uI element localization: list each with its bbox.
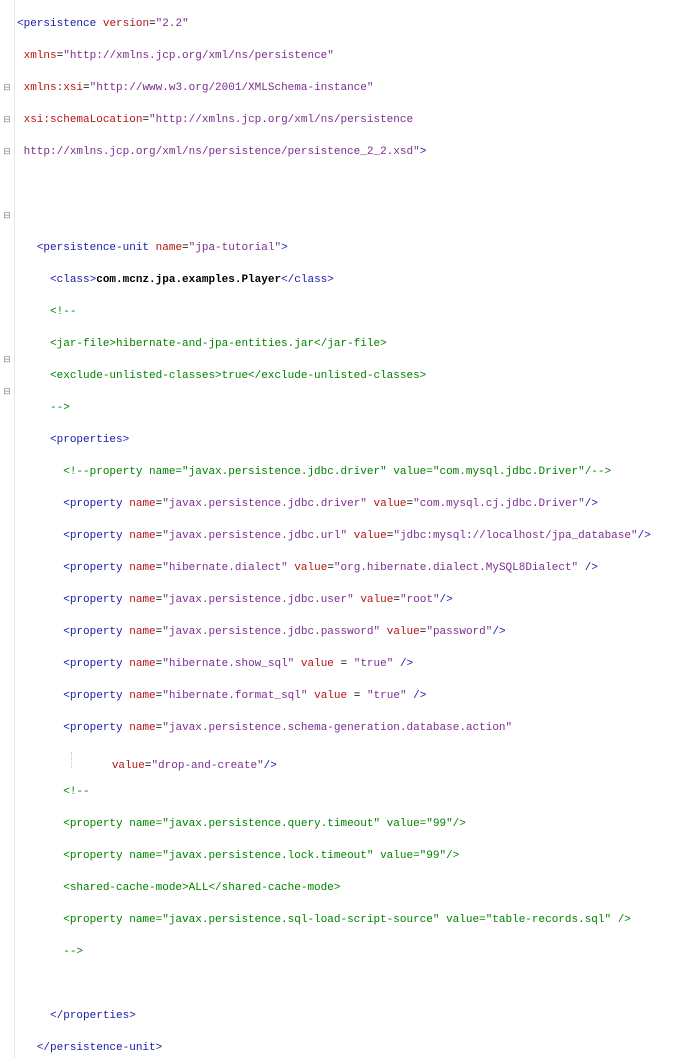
code-line: <property name="javax.persistence.jdbc.d… [17,496,700,512]
fold-toggle[interactable]: ⊟ [0,384,14,400]
code-line: <property name="javax.persistence.sql-lo… [17,912,700,928]
fold-gutter: ⊟ ⊟ ⊟ ⊟ ⊟ ⊟ [0,0,15,1058]
code-line: <property name="hibernate.format_sql" va… [17,688,700,704]
code-line: xmlns="http://xmlns.jcp.org/xml/ns/persi… [17,48,700,64]
code-content: <persistence version="2.2" xmlns="http:/… [15,0,700,1058]
fold-toggle[interactable]: ⊟ [0,80,14,96]
code-line: --> [17,944,700,960]
code-line: xmlns:xsi="http://www.w3.org/2001/XMLSch… [17,80,700,96]
code-line: <property name="javax.persistence.jdbc.u… [17,528,700,544]
code-line: <exclude-unlisted-classes>true</exclude-… [17,368,700,384]
code-line: <property name="hibernate.dialect" value… [17,560,700,576]
code-line: http://xmlns.jcp.org/xml/ns/persistence/… [17,144,700,160]
code-editor: ⊟ ⊟ ⊟ ⊟ ⊟ ⊟ <persistence version="2.2" x… [0,0,700,1058]
code-line: <properties> [17,432,700,448]
fold-toggle[interactable]: ⊟ [0,208,14,224]
code-line: xsi:schemaLocation="http://xmlns.jcp.org… [17,112,700,128]
code-line: <!--property name="javax.persistence.jdb… [17,464,700,480]
fold-toggle[interactable]: ⊟ [0,144,14,160]
code-line: <class>com.mcnz.jpa.examples.Player</cla… [17,272,700,288]
code-line: <property name="javax.persistence.lock.t… [17,848,700,864]
code-line: <property name="javax.persistence.jdbc.u… [17,592,700,608]
code-line: <persistence-unit name="jpa-tutorial"> [17,240,700,256]
code-line [17,176,700,192]
code-line: <property name="javax.persistence.jdbc.p… [17,624,700,640]
code-line [17,208,700,224]
code-line: <property name="javax.persistence.query.… [17,816,700,832]
code-line: <shared-cache-mode>ALL</shared-cache-mod… [17,880,700,896]
code-line: <!-- [17,304,700,320]
code-line: <!-- [17,784,700,800]
code-line: value="drop-and-create"/> [17,752,700,768]
fold-toggle[interactable]: ⊟ [0,352,14,368]
code-line: <property name="javax.persistence.schema… [17,720,700,736]
code-line: <jar-file>hibernate-and-jpa-entities.jar… [17,336,700,352]
code-line [17,976,700,992]
code-line: </properties> [17,1008,700,1024]
code-line: <persistence version="2.2" [17,16,700,32]
code-line: </persistence-unit> [17,1040,700,1056]
fold-toggle[interactable]: ⊟ [0,112,14,128]
code-line: <property name="hibernate.show_sql" valu… [17,656,700,672]
code-line: --> [17,400,700,416]
